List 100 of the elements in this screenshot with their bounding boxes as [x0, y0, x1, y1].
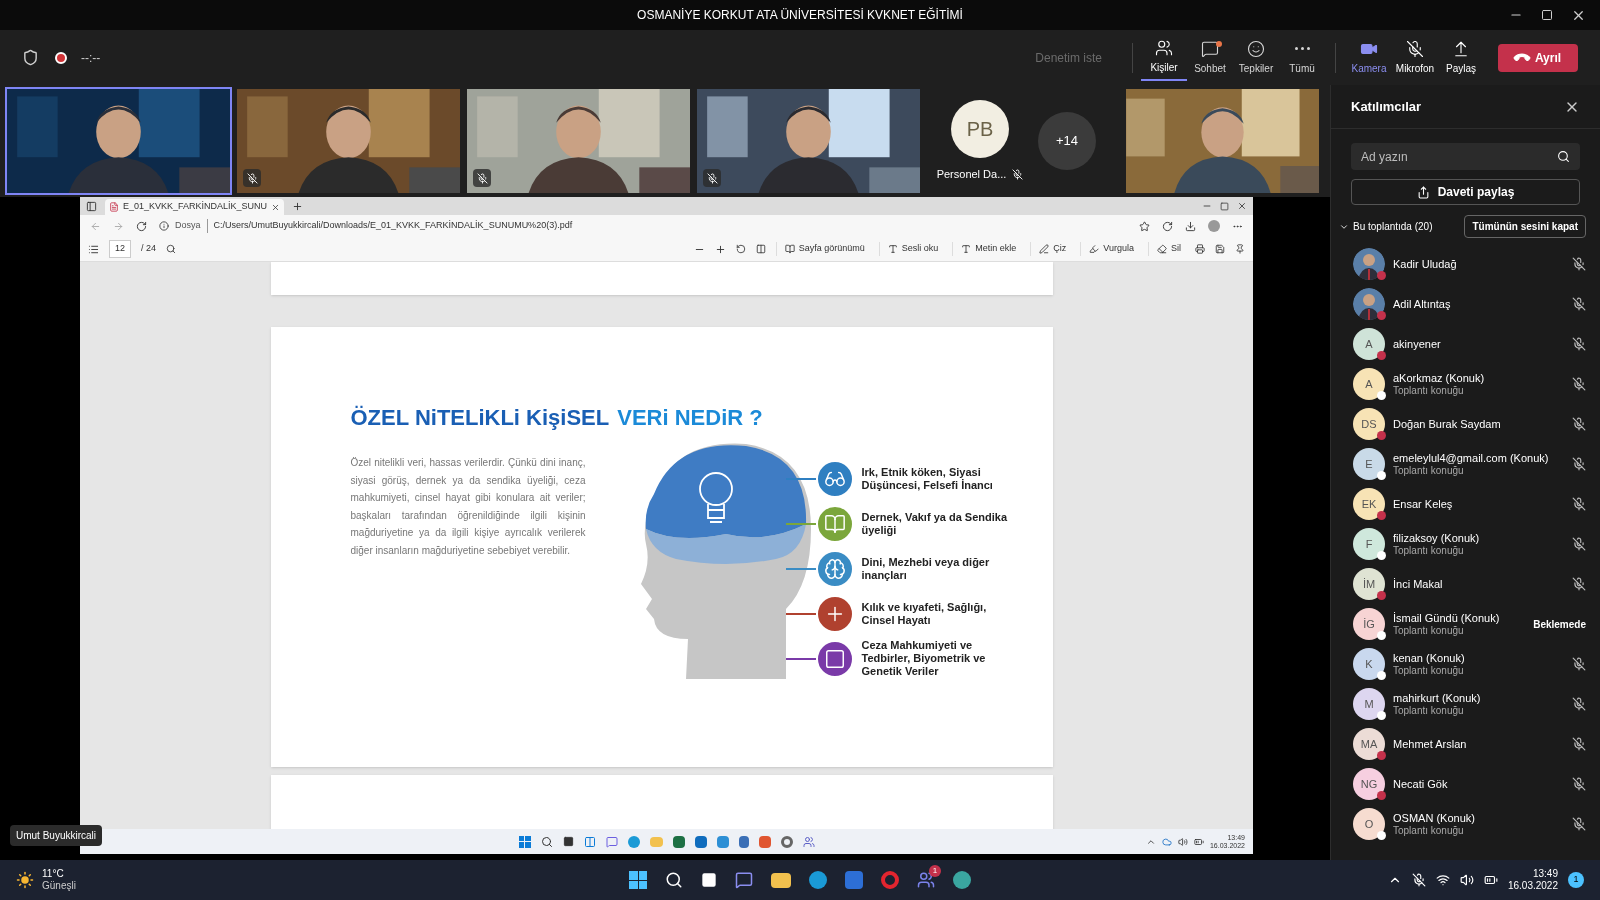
zoom-in-icon[interactable]	[714, 243, 726, 255]
avatar: EK	[1353, 488, 1385, 520]
sun-icon	[16, 871, 34, 889]
widgets-icon[interactable]	[583, 835, 596, 848]
share-icon	[1452, 39, 1470, 58]
people-icon[interactable]	[917, 871, 935, 889]
pdf-tool-button[interactable]: Sesli oku	[878, 242, 943, 256]
start-icon[interactable]	[629, 871, 647, 889]
toolbar-button[interactable]: Kişiler	[1141, 34, 1187, 81]
pdf-tool-button[interactable]: Vurgula	[1080, 242, 1138, 256]
start-icon[interactable]	[518, 835, 531, 848]
people-icon[interactable]	[802, 835, 815, 848]
participant-row[interactable]: E emeleylul4@gmail.com (Konuk) Toplantı konuğu	[1331, 444, 1600, 484]
toolbar-button[interactable]: Paylaş	[1438, 34, 1484, 81]
participant-row[interactable]: A akinyener	[1331, 324, 1600, 364]
contents-icon[interactable]	[88, 243, 99, 255]
more-participants-button[interactable]: +14	[1038, 112, 1096, 170]
chat-icon[interactable]	[605, 835, 618, 848]
browser-tab[interactable]: E_01_KVKK_FARKİNDALİK_SUNU	[105, 199, 285, 215]
chat-icon[interactable]	[735, 871, 753, 889]
pdf-tool-button[interactable]: Sayfa görünümü	[775, 242, 869, 256]
ring-icon[interactable]	[881, 871, 899, 889]
close-icon[interactable]	[271, 202, 281, 212]
wifi-icon[interactable]	[1435, 873, 1450, 887]
favorite-icon[interactable]	[1139, 220, 1150, 232]
app-icon[interactable]	[716, 835, 729, 848]
settings-icon[interactable]	[780, 835, 793, 848]
participant-row[interactable]: Adil Altıntaş	[1331, 284, 1600, 324]
fit-icon[interactable]	[755, 244, 766, 254]
rotate-icon[interactable]	[735, 244, 746, 254]
participant-row[interactable]: M mahirkurt (Konuk) Toplantı konuğu	[1331, 684, 1600, 724]
new-tab-icon[interactable]	[292, 200, 304, 212]
pdf-tool-button[interactable]: Metin ekle	[952, 242, 1021, 256]
participant-name: akinyener	[1393, 337, 1442, 351]
participant-row[interactable]: A aKorkmaz (Konuk) Toplantı konuğu	[1331, 364, 1600, 404]
presentation-icon[interactable]	[758, 835, 771, 848]
toolbar-button[interactable]: Sohbet	[1187, 34, 1233, 81]
participant-row[interactable]: MA Mehmet Arslan	[1331, 724, 1600, 764]
toolbar-button[interactable]: Mikrofon	[1392, 34, 1438, 81]
browser-icon[interactable]	[627, 835, 640, 848]
participant-role: Toplantı konuğu	[1393, 545, 1465, 557]
toolbar-button[interactable]: Tepkiler	[1233, 34, 1279, 81]
participant-row[interactable]: İM İnci Makal	[1331, 564, 1600, 604]
section-header[interactable]: Bu toplantıda (20)	[1353, 219, 1465, 234]
store-icon[interactable]	[845, 871, 863, 889]
participant-row[interactable]: DS Doğan Burak Saydam	[1331, 404, 1600, 444]
leave-button[interactable]: Ayrıl	[1498, 43, 1578, 72]
microphone-off-icon[interactable]	[1411, 873, 1426, 887]
search-icon[interactable]	[665, 871, 683, 889]
pdf-tool-button[interactable]: Çiz	[1030, 242, 1071, 256]
pdf-tool-button[interactable]: Sil	[1148, 242, 1185, 256]
close-icon[interactable]	[1237, 201, 1247, 211]
participant-row[interactable]: O OSMAN (Konuk) Toplantı konuğu	[1331, 804, 1600, 844]
tab-actions-icon[interactable]	[86, 200, 97, 212]
document-icon[interactable]	[738, 835, 749, 848]
window-title: OSMANİYE KORKUT ATA ÜNİVERSİTESİ KVKNET EĞİTİMİ	[637, 6, 963, 24]
participant-row[interactable]: İG İsmail Gündü (Konuk) Toplantı konuğu Beklemede	[1331, 604, 1600, 644]
category-label: Kılık ve kıyafeti, Sağlığı, Cinsel Hayatı	[861, 600, 988, 627]
category-label: Irk, Etnik köken, Siyasi Düşüncesi, Felsefi İnancı	[861, 465, 994, 492]
battery-icon	[1193, 836, 1204, 847]
reload-icon[interactable]	[136, 220, 147, 232]
notification-badge[interactable]: 1	[1568, 872, 1584, 888]
microphone-off-icon	[1572, 377, 1586, 391]
page-number-field[interactable]: 12	[109, 240, 131, 258]
task-view-icon[interactable]	[562, 836, 574, 847]
category-label: Dernek, Vakıf ya da Sendika üyeliği	[861, 510, 1009, 537]
volume-icon[interactable]	[1459, 873, 1474, 887]
spreadsheet-icon[interactable]	[672, 835, 685, 848]
text-icon	[961, 244, 972, 254]
participant-row[interactable]: Kadir Uludağ	[1331, 244, 1600, 284]
mute-all-button[interactable]: Tümünün sesini kapat	[1464, 215, 1586, 238]
toolbar-button[interactable]: Tümü	[1279, 34, 1325, 81]
participant-row[interactable]: EK Ensar Keleş	[1331, 484, 1600, 524]
microphone-off-icon	[1572, 657, 1586, 671]
text-icon	[887, 244, 898, 254]
waiting-status: Beklemede	[1533, 617, 1586, 632]
search-field[interactable]: Ad yazın	[1351, 143, 1580, 170]
share-icon	[1416, 185, 1430, 199]
participant-row[interactable]: F filizaksoy (Konuk) Toplantı konuğu	[1331, 524, 1600, 564]
sync-icon[interactable]	[1162, 220, 1173, 232]
toolbar-button[interactable]: Kamera	[1346, 34, 1392, 81]
participant-row[interactable]: NG Necati Gök	[1331, 764, 1600, 804]
save-icon[interactable]	[1215, 244, 1225, 254]
cloud-icon	[1161, 836, 1172, 847]
battery-icon[interactable]	[1483, 873, 1498, 887]
participant-name: Personel Da...	[936, 166, 1007, 182]
search-icon[interactable]	[540, 835, 553, 848]
avatar-photo	[1353, 288, 1385, 320]
search-icon[interactable]	[166, 244, 177, 254]
mail-icon[interactable]	[694, 835, 707, 848]
folder-icon[interactable]	[771, 872, 791, 888]
participant-row[interactable]: K kenan (Konuk) Toplantı konuğu	[1331, 644, 1600, 684]
profile-avatar[interactable]	[1208, 220, 1220, 232]
globe-icon[interactable]	[953, 871, 971, 889]
microphone-off-icon	[1572, 817, 1586, 831]
browser-icon[interactable]	[809, 871, 827, 889]
share-invite-button[interactable]: Daveti paylaş	[1351, 179, 1580, 205]
pin-icon[interactable]	[1235, 244, 1245, 254]
print-icon[interactable]	[1195, 244, 1205, 254]
download-icon[interactable]	[1185, 220, 1196, 232]
